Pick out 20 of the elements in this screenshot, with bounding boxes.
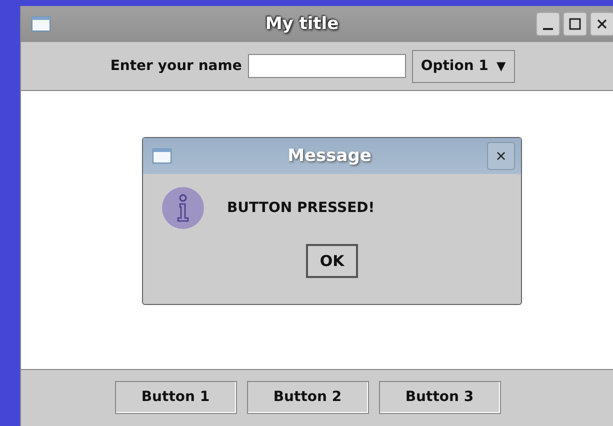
action-button[interactable]: Button 3	[378, 380, 500, 414]
maximize-button[interactable]	[563, 12, 587, 36]
window-icon	[31, 16, 51, 32]
action-button[interactable]: Button 1	[114, 380, 236, 414]
dialog-message: BUTTON PRESSED!	[227, 200, 375, 216]
name-label: Enter your name	[110, 58, 242, 74]
name-field[interactable]	[248, 54, 406, 78]
action-button[interactable]: Button 2	[246, 380, 368, 414]
dialog-close-button[interactable]: ×	[487, 142, 515, 170]
option-dropdown[interactable]: Option 1 ▼	[412, 50, 515, 82]
window-title: My title	[264, 14, 340, 34]
maximize-icon	[569, 18, 581, 30]
close-button[interactable]	[590, 12, 613, 36]
dialog-title: Message	[286, 146, 372, 166]
window-icon	[152, 148, 172, 164]
minimize-icon	[543, 28, 553, 30]
minimize-button[interactable]	[536, 12, 560, 36]
close-icon	[596, 18, 608, 30]
ok-button[interactable]: OK	[306, 244, 358, 278]
info-icon	[161, 186, 205, 230]
